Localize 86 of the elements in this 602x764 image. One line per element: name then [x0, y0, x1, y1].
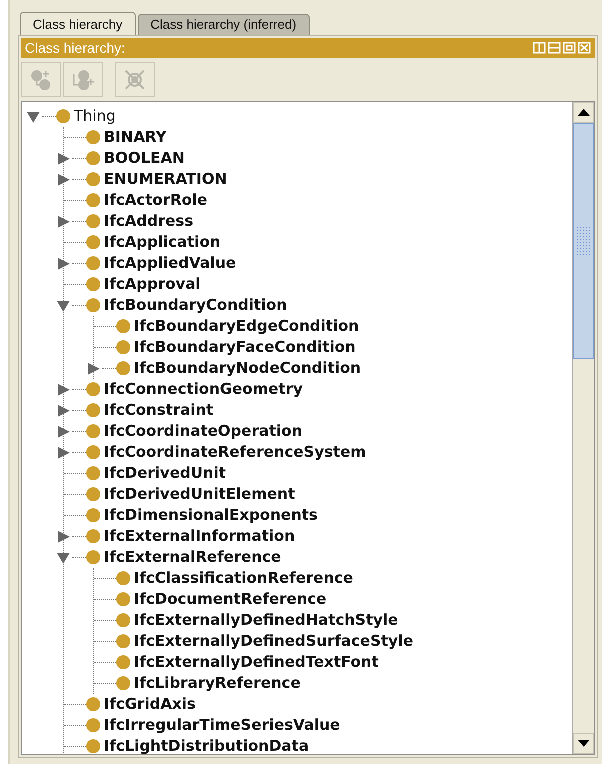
class-icon [86, 172, 101, 187]
class-label[interactable]: IfcActorRole [104, 191, 208, 210]
class-icon [116, 634, 131, 649]
collapsed-toggle-icon[interactable] [56, 382, 72, 396]
class-label[interactable]: IfcExternallyDefinedSurfaceStyle [134, 632, 414, 651]
class-icon [116, 655, 131, 670]
class-icon [86, 151, 101, 166]
class-label[interactable]: IfcExternalReference [104, 548, 282, 567]
class-icon [86, 193, 101, 208]
class-icon [116, 571, 131, 586]
class-icon [116, 319, 131, 334]
collapsed-toggle-icon[interactable] [56, 424, 72, 438]
scroll-down-button[interactable] [573, 733, 594, 754]
class-label[interactable]: IfcCoordinateReferenceSystem [104, 443, 366, 462]
class-label[interactable]: ENUMERATION [104, 170, 228, 189]
class-icon [86, 214, 101, 229]
class-label[interactable]: IfcExternalInformation [104, 527, 296, 546]
class-label[interactable]: Thing [74, 107, 116, 126]
class-label[interactable]: IfcExternallyDefinedTextFont [134, 653, 379, 672]
down-arrow-icon [578, 740, 590, 747]
delete-icon [124, 68, 146, 90]
class-icon [56, 109, 71, 124]
class-icon [86, 508, 101, 523]
class-label[interactable]: IfcBoundaryEdgeCondition [134, 317, 360, 336]
expanded-toggle-icon[interactable] [56, 298, 72, 312]
class-label[interactable]: IfcConstraint [104, 401, 214, 420]
class-icon [86, 298, 101, 313]
add-subclass-icon [30, 68, 52, 90]
panel-title: Class hierarchy: [25, 38, 126, 58]
collapsed-toggle-icon[interactable] [86, 362, 102, 376]
class-label[interactable]: IfcDocumentReference [134, 590, 327, 609]
collapsed-toggle-icon[interactable] [56, 256, 72, 270]
class-label[interactable]: IfcExternallyDefinedHatchStyle [134, 611, 398, 630]
class-label[interactable]: IfcBoundaryFaceCondition [134, 338, 356, 357]
class-icon [86, 550, 101, 565]
class-icon [86, 529, 101, 544]
tab[interactable]: Class hierarchy (inferred) [138, 14, 310, 35]
class-label[interactable]: IfcLibraryReference [134, 674, 301, 693]
class-label[interactable]: IfcAppliedValue [104, 254, 236, 273]
class-label[interactable]: IfcDimensionalExponents [104, 506, 318, 525]
collapsed-toggle-icon[interactable] [56, 152, 72, 166]
class-label[interactable]: IfcIrregularTimeSeriesValue [104, 716, 340, 735]
collapsed-toggle-icon[interactable] [56, 530, 72, 544]
class-icon [116, 592, 131, 607]
class-label[interactable]: IfcConnectionGeometry [104, 380, 303, 399]
class-icon [86, 487, 101, 502]
class-label[interactable]: IfcAddress [104, 212, 194, 231]
expanded-toggle-icon[interactable] [26, 110, 42, 124]
class-icon [86, 445, 101, 460]
class-icon [86, 256, 101, 271]
class-icon [116, 340, 131, 355]
class-label[interactable]: IfcBoundaryNodeCondition [134, 359, 362, 378]
class-label[interactable]: IfcApplication [104, 233, 221, 252]
class-icon [86, 424, 101, 439]
class-icon [86, 739, 101, 754]
class-icon [86, 697, 101, 712]
expanded-toggle-icon[interactable] [56, 550, 72, 564]
class-label[interactable]: IfcLightDistributionData [104, 737, 310, 754]
class-icon [86, 466, 101, 481]
tab[interactable]: Class hierarchy [20, 12, 136, 35]
class-icon [116, 676, 131, 691]
class-label[interactable]: BINARY [104, 128, 167, 147]
scrollbar-thumb[interactable] [573, 123, 594, 359]
class-icon [116, 361, 131, 376]
class-icon [86, 403, 101, 418]
scroll-up-button[interactable] [573, 102, 594, 123]
class-label[interactable]: IfcGridAxis [104, 695, 196, 714]
class-label[interactable]: IfcDerivedUnit [104, 464, 226, 483]
class-icon [86, 718, 101, 733]
class-label[interactable]: IfcDerivedUnitElement [104, 485, 296, 504]
collapsed-toggle-icon[interactable] [56, 404, 72, 418]
add-sibling-icon [72, 68, 94, 90]
class-icon [86, 382, 101, 397]
class-icon [86, 235, 101, 250]
up-arrow-icon [578, 109, 590, 116]
class-label[interactable]: IfcApproval [104, 275, 201, 294]
collapsed-toggle-icon[interactable] [56, 214, 72, 228]
class-icon [116, 613, 131, 628]
class-icon [86, 277, 101, 292]
class-label[interactable]: IfcClassificationReference [134, 569, 354, 588]
class-label[interactable]: BOOLEAN [104, 149, 185, 168]
collapsed-toggle-icon[interactable] [56, 446, 72, 460]
class-label[interactable]: IfcCoordinateOperation [104, 422, 303, 441]
class-label[interactable]: IfcBoundaryCondition [104, 296, 288, 315]
collapsed-toggle-icon[interactable] [56, 172, 72, 186]
class-icon [86, 130, 101, 145]
